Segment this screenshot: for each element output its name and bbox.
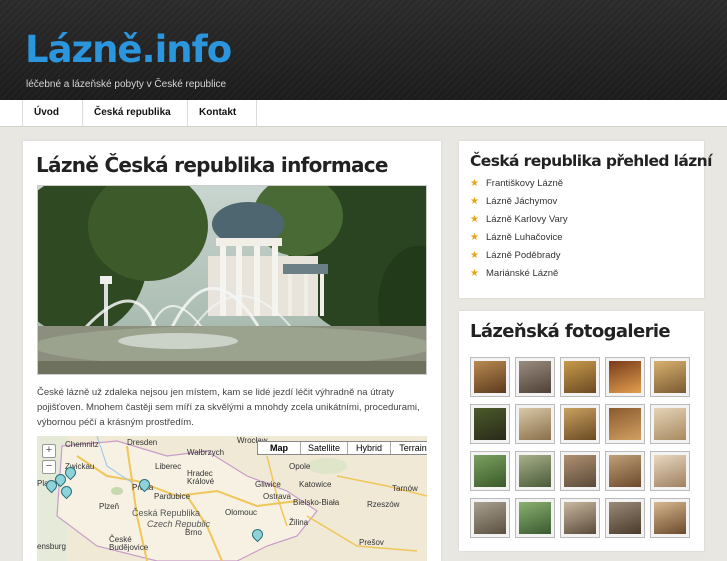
- gallery-thumbnail[interactable]: [515, 498, 555, 538]
- map-zoom-control: + −: [42, 444, 56, 476]
- gallery-grid: [470, 357, 692, 538]
- map-label: Bielsko-Biała: [293, 498, 340, 507]
- spa-list-item[interactable]: ★ Mariánské Lázně: [470, 265, 692, 283]
- nav-item-uvod[interactable]: Úvod: [22, 100, 82, 126]
- gallery-thumbnail[interactable]: [560, 451, 600, 491]
- star-icon: ★: [470, 232, 479, 243]
- map-label: Chemnitz: [65, 440, 99, 449]
- map-label: Katowice: [299, 480, 332, 489]
- map-label: Tarnów: [392, 484, 418, 493]
- page-title: Lázně Česká republika informace: [36, 153, 388, 177]
- photo-gallery-widget: Lázeňská fotogalerie: [459, 311, 704, 551]
- map-label: Wałbrzych: [187, 448, 225, 457]
- gallery-thumbnail[interactable]: [650, 498, 690, 538]
- gallery-thumbnail[interactable]: [515, 357, 555, 397]
- gallery-thumbnail[interactable]: [650, 404, 690, 444]
- nav-item-ceska-republika[interactable]: Česká republika: [82, 100, 187, 126]
- hero-photo: [38, 186, 426, 374]
- spa-list-item[interactable]: ★ Lázně Jáchymov: [470, 193, 692, 211]
- gallery-title: Lázeňská fotogalerie: [470, 321, 671, 342]
- site-logo[interactable]: Lázně.info: [25, 28, 232, 72]
- map-type-map-button[interactable]: Map: [258, 442, 301, 454]
- nav-item-kontakt[interactable]: Kontakt: [187, 100, 257, 126]
- spa-list-title: Česká republika přehled lázní: [470, 152, 712, 170]
- gallery-thumbnail[interactable]: [605, 357, 645, 397]
- spa-link[interactable]: Mariánské Lázně: [486, 265, 558, 283]
- star-icon: ★: [470, 214, 479, 225]
- map-label: Česká Republika: [132, 508, 201, 518]
- gallery-thumbnail[interactable]: [470, 357, 510, 397]
- map-label: Ostrava: [263, 492, 292, 501]
- main-content: Lázně Česká republika informace České lá…: [23, 141, 441, 561]
- map-label: Liberec: [155, 462, 182, 471]
- map-label: Králové: [187, 477, 215, 486]
- gallery-thumbnail[interactable]: [560, 357, 600, 397]
- hero-image-colonnade: [37, 185, 427, 375]
- gallery-thumbnail[interactable]: [650, 451, 690, 491]
- map-label: Gliwice: [255, 480, 281, 489]
- gallery-thumbnail[interactable]: [650, 357, 690, 397]
- gallery-thumbnail[interactable]: [605, 404, 645, 444]
- map-label: Plzeň: [99, 502, 120, 511]
- spa-list-item[interactable]: ★ Lázně Poděbrady: [470, 247, 692, 265]
- map-type-hybrid-button[interactable]: Hybrid: [348, 442, 391, 454]
- map-label: Budějovice: [109, 543, 149, 552]
- gallery-thumbnail[interactable]: [560, 498, 600, 538]
- map-label: Rzeszów: [367, 500, 400, 509]
- spa-list-widget: Česká republika přehled lázní ★ Františko…: [459, 141, 712, 298]
- gallery-thumbnail[interactable]: [470, 404, 510, 444]
- map-label: Dresden: [127, 438, 158, 447]
- gallery-thumbnail[interactable]: [470, 451, 510, 491]
- map-type-terrain-button[interactable]: Terrain: [391, 442, 427, 454]
- map-label: Pardubice: [154, 492, 191, 501]
- gallery-thumbnail[interactable]: [470, 498, 510, 538]
- google-map[interactable]: Chemnitz Dresden Wałbrzych Wrocław Opole…: [37, 436, 427, 561]
- zoom-in-button[interactable]: +: [42, 444, 56, 458]
- map-label: Žilina: [289, 518, 309, 527]
- map-label: Brno: [185, 528, 202, 537]
- gallery-thumbnail[interactable]: [605, 451, 645, 491]
- spa-list: ★ Františkovy Lázně ★ Lázně Jáchymov ★ Lázn…: [470, 175, 692, 283]
- gallery-thumbnail[interactable]: [515, 404, 555, 444]
- site-tagline: léčebné a lázeňské pobyty v České republ…: [26, 79, 227, 90]
- star-icon: ★: [470, 268, 479, 279]
- site-header: Lázně.info léčebné a lázeňské pobyty v Č…: [0, 0, 727, 100]
- star-icon: ★: [470, 178, 479, 189]
- map-label: Opole: [289, 462, 311, 471]
- main-nav: Úvod Česká republika Kontakt: [0, 100, 727, 127]
- spa-list-item[interactable]: ★ Lázně Karlovy Vary: [470, 211, 692, 229]
- spa-list-item[interactable]: ★ Lázně Luhačovice: [470, 229, 692, 247]
- star-icon: ★: [470, 196, 479, 207]
- zoom-out-button[interactable]: −: [42, 460, 56, 474]
- spa-link[interactable]: Lázně Jáchymov: [486, 193, 557, 211]
- gallery-thumbnail[interactable]: [560, 404, 600, 444]
- spa-link[interactable]: Lázně Luhačovice: [486, 229, 563, 247]
- map-label: ensburg: [37, 542, 66, 551]
- map-type-control: Map Satellite Hybrid Terrain: [257, 441, 427, 455]
- map-type-satellite-button[interactable]: Satellite: [301, 442, 348, 454]
- star-icon: ★: [470, 250, 479, 261]
- map-label: Prešov: [359, 538, 384, 547]
- gallery-thumbnail[interactable]: [515, 451, 555, 491]
- map-label: Olomouc: [225, 508, 258, 517]
- spa-list-item[interactable]: ★ Františkovy Lázně: [470, 175, 692, 193]
- spa-link[interactable]: Lázně Karlovy Vary: [486, 211, 568, 229]
- spa-link[interactable]: Františkovy Lázně: [486, 175, 563, 193]
- spa-link[interactable]: Lázně Poděbrady: [486, 247, 560, 265]
- intro-paragraph: České lázně už zdaleka nejsou jen místem…: [37, 387, 420, 428]
- gallery-thumbnail[interactable]: [605, 498, 645, 538]
